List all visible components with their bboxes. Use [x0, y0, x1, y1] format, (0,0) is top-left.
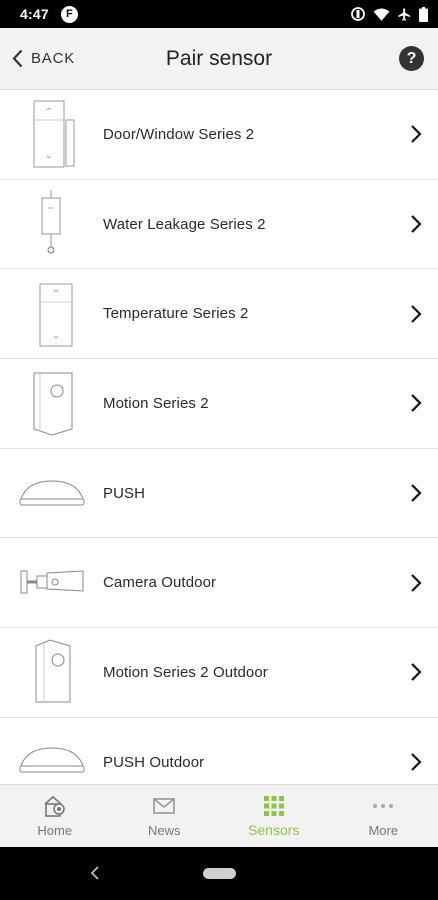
chevron-right-icon	[410, 124, 422, 144]
chevron-right-icon	[410, 393, 422, 413]
system-nav-bar	[0, 847, 438, 900]
chevron-right-icon	[410, 304, 422, 324]
nav-label: News	[147, 823, 181, 838]
list-item[interactable]: Water Leakage Series 2	[0, 180, 438, 270]
grid-icon	[263, 795, 284, 817]
camera-outdoor-icon	[14, 543, 90, 623]
door-window-sensor-icon	[14, 94, 90, 174]
wifi-icon	[373, 8, 390, 21]
sensor-label: Water Leakage Series 2	[103, 215, 266, 233]
list-item[interactable]: PUSH	[0, 449, 438, 539]
list-item[interactable]: PUSH Outdoor	[0, 718, 438, 784]
push-button-icon	[14, 453, 90, 533]
battery-icon	[419, 6, 428, 22]
push-outdoor-icon	[14, 722, 90, 784]
back-label: BACK	[31, 50, 76, 67]
motion-outdoor-sensor-icon	[14, 632, 90, 712]
app-header: BACK Pair sensor ?	[0, 28, 438, 90]
home-camera-icon	[41, 795, 69, 817]
vibrate-icon	[351, 7, 365, 21]
chevron-right-icon	[410, 573, 422, 593]
nav-news[interactable]: News	[110, 785, 220, 847]
temperature-sensor-icon	[14, 274, 90, 354]
motion-sensor-icon	[14, 363, 90, 443]
system-home-pill[interactable]	[203, 868, 236, 879]
sensor-label: Motion Series 2 Outdoor	[103, 663, 268, 681]
status-bar: 4:47 F	[0, 0, 438, 28]
sensor-list: Door/Window Series 2 Water Leakage Serie…	[0, 90, 438, 784]
list-item[interactable]: Motion Series 2 Outdoor	[0, 628, 438, 718]
chevron-right-icon	[410, 483, 422, 503]
list-item[interactable]: Camera Outdoor	[0, 538, 438, 629]
status-time: 4:47	[20, 6, 49, 22]
nav-sensors[interactable]: Sensors	[219, 785, 329, 847]
system-back-icon[interactable]	[90, 865, 100, 886]
dots-icon	[372, 795, 394, 817]
sensor-label: Door/Window Series 2	[103, 125, 255, 143]
water-leakage-sensor-icon	[14, 184, 90, 264]
sensor-label: PUSH Outdoor	[103, 753, 205, 771]
sensor-label: Temperature Series 2	[103, 305, 249, 323]
nav-label: More	[368, 823, 399, 838]
app-notification-icon: F	[60, 5, 78, 23]
airplane-icon	[398, 7, 411, 21]
sensor-label: Camera Outdoor	[103, 574, 217, 592]
nav-label: Home	[37, 823, 73, 838]
list-item[interactable]: Temperature Series 2	[0, 269, 438, 360]
status-icons	[350, 6, 428, 22]
nav-home[interactable]: Home	[0, 785, 110, 847]
chevron-right-icon	[410, 214, 422, 234]
list-item[interactable]: Motion Series 2	[0, 359, 438, 449]
help-button[interactable]: ?	[399, 46, 424, 71]
chevron-right-icon	[410, 752, 422, 772]
bottom-nav: Home News Sensors More	[0, 784, 438, 847]
back-button[interactable]: BACK	[0, 28, 75, 89]
sensor-label: Motion Series 2	[103, 394, 209, 412]
envelope-icon	[153, 795, 175, 817]
nav-more[interactable]: More	[329, 785, 438, 847]
sensor-label: PUSH	[103, 484, 146, 502]
chevron-left-icon	[12, 49, 23, 68]
chevron-right-icon	[410, 662, 422, 682]
nav-label: Sensors	[248, 822, 300, 838]
list-item[interactable]: Door/Window Series 2	[0, 90, 438, 180]
